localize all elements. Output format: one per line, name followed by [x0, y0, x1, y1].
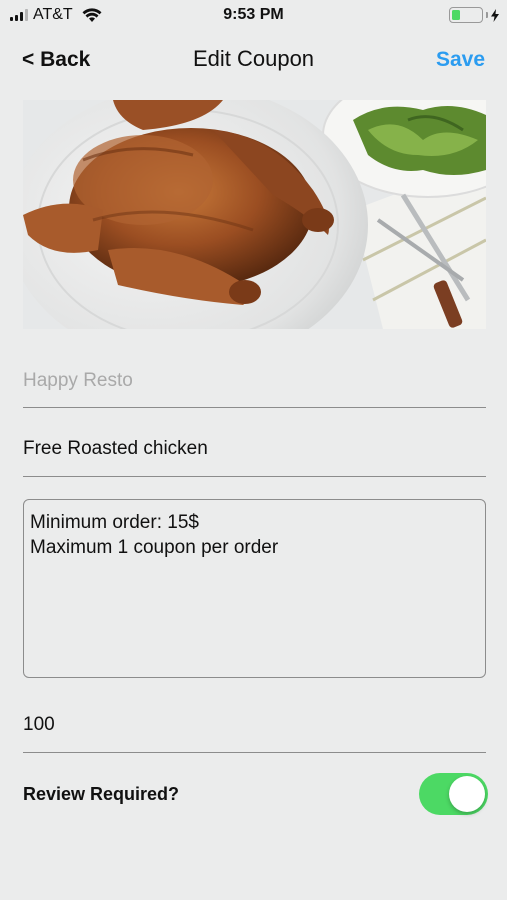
carrier-label: AT&T — [33, 6, 73, 23]
restaurant-name-input[interactable] — [23, 370, 486, 392]
nav-bar: < Back Edit Coupon Save — [0, 40, 507, 80]
status-right — [449, 7, 499, 23]
description-line: Minimum order: 15$ — [30, 512, 199, 533]
charging-bolt-icon — [491, 8, 499, 22]
coupon-title-field[interactable] — [23, 438, 486, 477]
status-left: AT&T — [10, 6, 102, 24]
signal-icon — [10, 9, 28, 21]
quantity-field[interactable] — [23, 714, 486, 753]
battery-level — [452, 10, 461, 20]
roasted-chicken-image — [23, 100, 486, 329]
description-textarea[interactable]: Minimum order: 15$ Maximum 1 coupon per … — [23, 499, 486, 678]
battery-cap — [486, 12, 488, 18]
battery-icon — [449, 7, 483, 23]
description-line: Maximum 1 coupon per order — [30, 537, 279, 558]
back-button[interactable]: < Back — [22, 48, 90, 72]
coupon-photo[interactable] — [23, 100, 486, 329]
review-required-label: Review Required? — [23, 784, 180, 804]
status-bar: AT&T 9:53 PM — [0, 0, 507, 30]
coupon-title-input[interactable] — [23, 438, 486, 460]
toggle-knob — [449, 776, 485, 812]
quantity-input[interactable] — [23, 714, 486, 736]
save-button[interactable]: Save — [436, 48, 485, 72]
wifi-icon — [82, 7, 102, 22]
restaurant-name-field[interactable] — [23, 370, 486, 408]
review-required-toggle[interactable] — [419, 773, 488, 815]
